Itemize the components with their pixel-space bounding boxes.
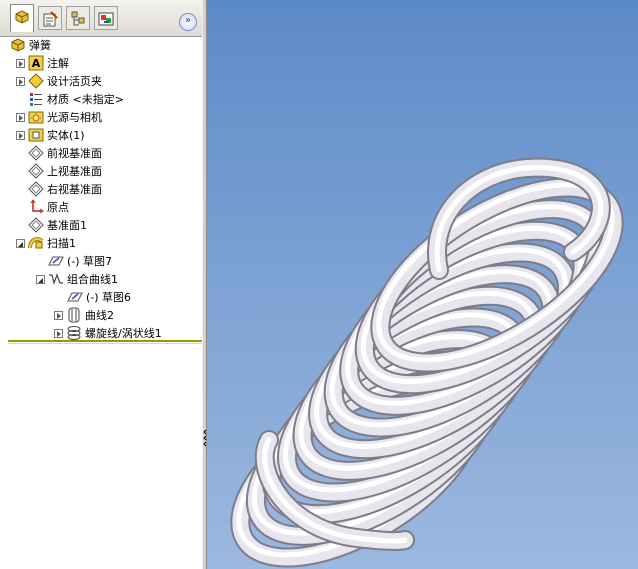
tree-item-label: 基准面1 <box>47 219 87 232</box>
tree-item-label: 前视基准面 <box>47 147 102 160</box>
tree-item-label: (-) 草图7 <box>67 255 113 268</box>
plane-icon <box>28 145 44 161</box>
tree-item-composite-curve1[interactable]: 组合曲线1 <box>36 270 118 288</box>
sketch-icon <box>67 292 83 302</box>
lights-cameras-icon <box>28 111 44 124</box>
tree-item-label: 实体(1) <box>47 129 85 142</box>
display-manager-icon <box>98 12 114 26</box>
composite-curve-icon <box>49 273 63 286</box>
tree-item-lights-cameras[interactable]: 光源与相机 <box>16 108 102 126</box>
tree-item-design-binder[interactable]: 设计活页夹 <box>16 72 102 90</box>
expand-toggle[interactable] <box>16 112 25 122</box>
tree-item-label: 上视基准面 <box>47 165 102 178</box>
expand-toggle[interactable] <box>16 76 25 86</box>
origin-icon <box>30 199 44 214</box>
tab-feature-manager[interactable] <box>10 4 34 32</box>
tree-root[interactable]: 弹簧 <box>10 36 51 54</box>
expand-toggle[interactable] <box>16 58 25 68</box>
configuration-manager-icon <box>71 11 85 26</box>
tree-item-plane1[interactable]: 基准面1 <box>28 216 87 234</box>
tree-item-label: 注解 <box>47 57 69 70</box>
tree-item-label: 扫描1 <box>47 237 76 250</box>
annotation-icon: A <box>28 55 44 71</box>
tab-property-manager[interactable] <box>38 6 62 30</box>
sweep-icon <box>28 237 44 249</box>
expand-toggle[interactable] <box>54 328 63 338</box>
svg-text:A: A <box>32 57 41 70</box>
collapse-panel-button[interactable]: » <box>179 13 197 31</box>
curve-icon <box>68 307 80 323</box>
tree-item-label: 设计活页夹 <box>47 75 102 88</box>
tree-item-label: 材质 <未指定> <box>47 93 124 106</box>
tree-item-annotations[interactable]: A 注解 <box>16 54 69 72</box>
feature-manager-icon <box>15 10 29 24</box>
tree-item-curve2[interactable]: 曲线2 <box>54 306 114 324</box>
plane-icon <box>28 181 44 197</box>
solid-bodies-icon <box>28 128 44 142</box>
tree-item-sketch7[interactable]: (-) 草图7 <box>48 252 112 270</box>
panel-tab-bar: » <box>0 0 202 37</box>
graphics-viewport[interactable] <box>207 0 638 569</box>
material-icon <box>30 93 42 106</box>
plane-icon <box>28 163 44 179</box>
tree-item-label: 光源与相机 <box>47 111 102 124</box>
tab-configuration-manager[interactable] <box>66 6 90 30</box>
spring-3d-model[interactable] <box>207 0 638 569</box>
plane-icon <box>28 217 44 233</box>
tree-item-material[interactable]: 材质 <未指定> <box>28 90 124 108</box>
tree-item-front-plane[interactable]: 前视基准面 <box>28 144 102 162</box>
collapse-toggle[interactable] <box>36 274 45 284</box>
rollback-bar-shadow <box>8 343 202 344</box>
expand-toggle[interactable] <box>16 130 25 140</box>
tree-item-label: 曲线2 <box>85 309 114 322</box>
tree-item-label: 右视基准面 <box>47 183 102 196</box>
tree-item-label: 螺旋线/涡状线1 <box>85 327 162 340</box>
rollback-bar[interactable] <box>8 340 202 342</box>
tree-item-label: 原点 <box>47 201 69 214</box>
tree-item-label: 组合曲线1 <box>67 273 118 286</box>
tree-item-sweep1[interactable]: 扫描1 <box>16 234 76 252</box>
tree-item-sketch6[interactable]: (-) 草图6 <box>67 288 131 306</box>
collapse-toggle[interactable] <box>16 238 25 248</box>
expand-toggle[interactable] <box>54 310 63 320</box>
sketch-icon <box>48 256 64 266</box>
helix-icon <box>67 326 81 340</box>
tab-display-manager[interactable] <box>94 6 118 30</box>
property-manager-icon <box>43 11 58 27</box>
tree-item-solid-bodies[interactable]: 实体(1) <box>16 126 85 144</box>
feature-manager-panel: » 弹簧 A 注解 设计活页夹 材质 <未指定> 光源与相机 实体(1) 前视基… <box>0 0 203 569</box>
tree-item-origin[interactable]: 原点 <box>28 198 69 216</box>
part-icon <box>11 38 25 52</box>
design-binder-icon <box>28 73 44 89</box>
tree-item-label: (-) 草图6 <box>86 291 132 304</box>
tree-root-label: 弹簧 <box>29 39 51 52</box>
tree-item-top-plane[interactable]: 上视基准面 <box>28 162 102 180</box>
tree-item-right-plane[interactable]: 右视基准面 <box>28 180 102 198</box>
